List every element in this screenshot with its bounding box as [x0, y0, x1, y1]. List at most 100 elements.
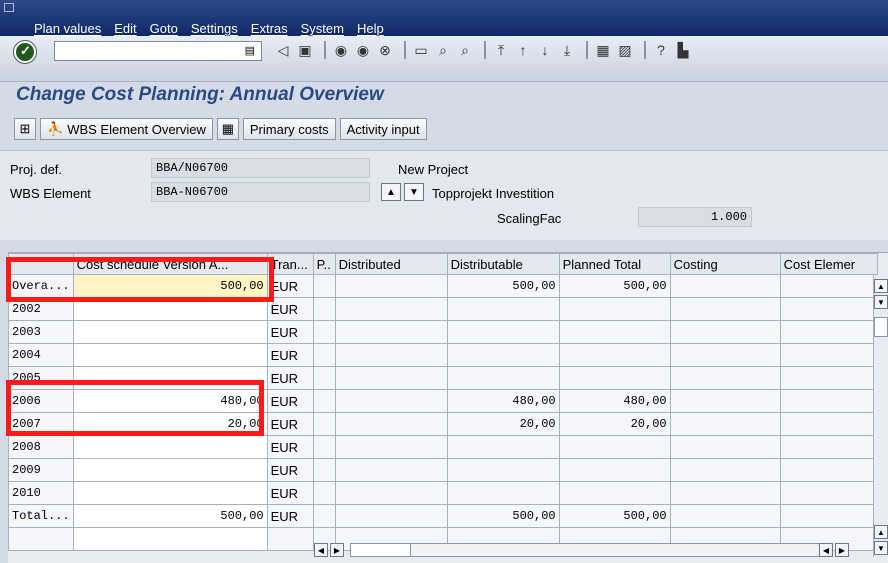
back-icon[interactable]: ◉	[332, 41, 350, 59]
planned-total-cell: 500,00	[558, 274, 671, 298]
distributed-cell	[334, 297, 448, 321]
back-arrow-icon[interactable]: ◁	[274, 41, 292, 59]
scroll-up-button[interactable]: ▲	[874, 279, 888, 293]
menu-settings[interactable]: Settings	[191, 21, 238, 36]
currency-cell: EUR	[266, 343, 314, 367]
shortcut-icon[interactable]: ▨	[616, 41, 634, 59]
page-down-button[interactable]: ▼	[874, 541, 888, 555]
scroll-right-button[interactable]: ▶	[330, 543, 344, 557]
menu-help[interactable]: Help	[357, 21, 384, 36]
previous-page-icon[interactable]: ↑	[514, 41, 532, 59]
vertical-scrollbar[interactable]: ▲ ▼ ▲ ▼	[873, 275, 888, 557]
col-scroll-right-button[interactable]: ▶	[835, 543, 849, 557]
scaling-factor-label: ScalingFac	[497, 211, 562, 226]
next-page-icon[interactable]: ↓	[536, 41, 554, 59]
distributable-cell: 480,00	[446, 389, 560, 413]
distributed-cell	[334, 366, 448, 390]
hierarchy-icon[interactable]: ⊞	[14, 118, 36, 140]
enter-button[interactable]	[14, 41, 36, 63]
scroll-thumb[interactable]	[874, 317, 888, 337]
distributable-cell: 500,00	[446, 274, 560, 298]
planned-total-cell	[558, 458, 671, 482]
col-header-planned-total[interactable]: Planned Total	[558, 253, 671, 275]
p-cell	[312, 389, 336, 413]
history-icon[interactable]: ▤	[245, 44, 255, 57]
col-header-distributed[interactable]: Distributed	[334, 253, 448, 275]
currency-cell: EUR	[266, 458, 314, 482]
planned-total-cell	[558, 297, 671, 321]
help-icon[interactable]: ?	[652, 41, 670, 59]
col-header-distributable[interactable]: Distributable	[446, 253, 560, 275]
print-icon[interactable]: ▭	[412, 41, 430, 59]
col-header-transaction-currency[interactable]: Tran...	[266, 253, 314, 275]
previous-arrow-button[interactable]: ▲	[381, 183, 401, 201]
activity-input-button[interactable]: Activity input	[339, 118, 427, 140]
currency-cell: EUR	[266, 504, 314, 528]
row-year-cell: 2004	[8, 343, 74, 367]
save-icon[interactable]: ▣	[296, 41, 314, 59]
exit-icon[interactable]: ◉	[354, 41, 372, 59]
p-cell	[312, 481, 336, 505]
menu-system[interactable]: System	[301, 21, 344, 36]
scaling-factor-field: 1.000	[638, 207, 752, 227]
calculator-icon[interactable]: ▦	[216, 118, 239, 140]
next-arrow-button[interactable]: ▼	[404, 183, 424, 201]
header-area: Proj. def. BBA/N06700 New Project WBS El…	[0, 150, 888, 240]
horizontal-thumb[interactable]	[351, 544, 411, 556]
col-header-costing[interactable]: Costing	[669, 253, 781, 275]
cost-value-input[interactable]	[72, 527, 268, 551]
cost-element-cell	[779, 389, 878, 413]
cost-value-input[interactable]	[72, 481, 268, 505]
find-icon[interactable]: ⌕	[434, 41, 452, 59]
planned-total-cell	[558, 435, 671, 459]
col-header-cost-element[interactable]: Cost Elemer	[779, 253, 878, 275]
cost-value-input[interactable]	[72, 458, 268, 482]
planned-total-cell: 20,00	[558, 412, 671, 436]
planned-total-cell	[558, 343, 671, 367]
col-scroll-left-button[interactable]: ◀	[819, 543, 833, 557]
col-header-p[interactable]: P..	[312, 253, 336, 275]
wbs-element-description: Topprojekt Investition	[432, 186, 555, 201]
cancel-icon[interactable]: ⊗	[376, 41, 394, 59]
cost-element-cell	[779, 504, 878, 528]
costing-cell	[669, 320, 781, 344]
menu-plan-values[interactable]: Plan values	[34, 21, 101, 36]
currency-cell: EUR	[266, 297, 314, 321]
wbs-overview-button[interactable]: ⛹ WBS Element Overview	[40, 118, 213, 140]
distributable-cell	[446, 481, 560, 505]
layout-menu-icon[interactable]: ▙	[674, 41, 692, 59]
costing-cell	[669, 504, 781, 528]
last-page-icon[interactable]: ⤓	[558, 41, 576, 59]
cost-value-input[interactable]	[72, 320, 268, 344]
page-up-button[interactable]: ▲	[874, 525, 888, 539]
horizontal-track[interactable]	[350, 543, 832, 557]
cost-element-cell	[779, 320, 878, 344]
menu-bar: Plan values Edit Goto Settings Extras Sy…	[0, 0, 888, 36]
distributable-cell	[446, 297, 560, 321]
scroll-left-button[interactable]: ◀	[314, 543, 328, 557]
menu-edit[interactable]: Edit	[114, 21, 136, 36]
cost-value-input[interactable]	[72, 343, 268, 367]
menu-goto[interactable]: Goto	[150, 21, 178, 36]
system-menu-icon[interactable]	[4, 3, 14, 12]
table-row: 2004 EUR	[8, 343, 878, 367]
highlight-box-2006-2007	[6, 380, 264, 436]
cost-element-cell	[779, 412, 878, 436]
p-cell	[312, 297, 336, 321]
row-year-cell: 2010	[8, 481, 74, 505]
find-next-icon[interactable]: ⌕	[456, 41, 474, 59]
menu-extras[interactable]: Extras	[251, 21, 288, 36]
wbs-overview-label: WBS Element Overview	[67, 121, 206, 137]
create-session-icon[interactable]: ▦	[594, 41, 612, 59]
currency-cell: EUR	[266, 435, 314, 459]
distributable-cell	[446, 320, 560, 344]
first-page-icon[interactable]: ⤒	[492, 41, 510, 59]
cost-value-input[interactable]: 500,00	[72, 504, 268, 528]
primary-costs-button[interactable]: Primary costs	[242, 118, 336, 140]
cost-value-input[interactable]	[72, 435, 268, 459]
page-title: Change Cost Planning: Annual Overview	[16, 84, 384, 105]
costing-cell	[669, 458, 781, 482]
scroll-down-button[interactable]: ▼	[874, 295, 888, 309]
command-field[interactable]: ▤	[54, 41, 262, 61]
row-year-cell	[8, 527, 74, 551]
